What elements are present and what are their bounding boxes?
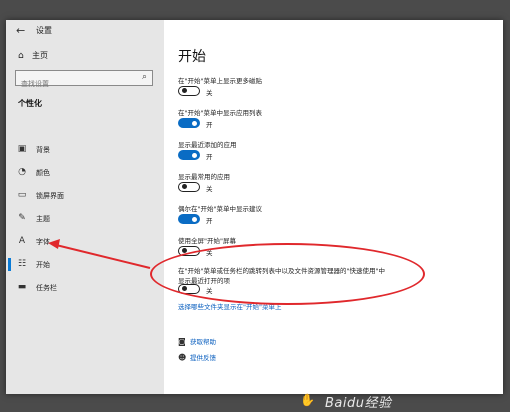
toggle-state: 关 (206, 249, 213, 257)
search-box[interactable]: ⌕ (15, 70, 153, 91)
give-feedback-link[interactable]: ☻ 提供反馈 (178, 352, 216, 362)
toggle-state: 关 (206, 287, 213, 295)
setting-app-list: 在"开始"菜单中显示应用列表 开 (178, 107, 262, 129)
sidebar-item-label: 颜色 (36, 169, 50, 177)
settings-window: ⌂ 主页 ⌕ 个性化 ▣ 背景 ◔ 颜色 ▭ 锁屏界面 ✎ 主题 A 字体 ☷ 开始 ▬ 任务栏… (6, 20, 503, 394)
sidebar-item-label: 锁屏界面 (36, 192, 64, 200)
sidebar: ⌂ 主页 ⌕ 个性化 ▣ 背景 ◔ 颜色 ▭ 锁屏界面 ✎ 主题 A 字体 ☷ 开始 ▬ 任务栏 (6, 20, 164, 394)
sidebar-item-label: 背景 (36, 146, 50, 154)
home-label: 主页 (32, 51, 48, 60)
toggle-switch[interactable] (178, 182, 200, 192)
start-icon: ☷ (17, 259, 27, 269)
sidebar-item-label: 开始 (36, 261, 50, 269)
toggle-state: 开 (206, 153, 213, 161)
sidebar-item-themes[interactable]: ✎ 主题 (6, 210, 164, 228)
setting-label: 显示最近添加的应用 (178, 141, 237, 149)
setting-label: 使用全屏"开始"屏幕 (178, 237, 236, 245)
font-icon: A (18, 236, 26, 246)
setting-label-line2: 显示最近打开的项 (178, 277, 230, 285)
main-panel: 开始 在"开始"菜单上显示更多磁贴 关 在"开始"菜单中显示应用列表 开 显示最… (164, 20, 503, 394)
sidebar-item-start[interactable]: ☷ 开始 (6, 256, 164, 274)
toggle-knob (192, 216, 197, 222)
setting-suggestions: 偶尔在"开始"菜单中显示建议 开 (178, 203, 262, 225)
choose-folders-link[interactable]: 选择哪些文件夹显示在"开始"菜单上 (178, 301, 281, 311)
toggle-switch[interactable] (178, 214, 200, 224)
taskbar-icon: ▬ (17, 282, 27, 292)
toggle-switch[interactable] (178, 284, 200, 294)
home-icon: ⌂ (18, 51, 24, 61)
sidebar-item-fonts[interactable]: A 字体 (6, 233, 164, 251)
help-label: 获取帮助 (190, 338, 216, 346)
get-help-link[interactable]: ◙ 获取帮助 (178, 336, 216, 346)
setting-full-screen: 使用全屏"开始"屏幕 关 (178, 235, 236, 257)
page-title: 开始 (178, 49, 206, 65)
search-input[interactable] (16, 77, 131, 91)
setting-recently-added: 显示最近添加的应用 开 (178, 139, 237, 161)
sidebar-item-colors[interactable]: ◔ 颜色 (6, 164, 164, 182)
app-title: 设置 (36, 26, 52, 35)
setting-label: 偶尔在"开始"菜单中显示建议 (178, 205, 262, 213)
help-icon: ◙ (178, 337, 186, 346)
toggle-switch[interactable] (178, 246, 200, 256)
palette-icon: ◔ (18, 167, 26, 177)
toggle-knob (182, 286, 187, 291)
setting-label: 在"开始"菜单或任务栏的跳转列表中以及文件资源管理器的"快速使用"中 (178, 267, 385, 275)
toggle-state: 关 (206, 89, 213, 97)
lock-screen-icon: ▭ (17, 190, 27, 200)
toggle-switch[interactable] (178, 86, 200, 96)
setting-most-used: 显示最常用的应用 关 (178, 171, 230, 193)
toggle-knob (182, 184, 187, 189)
sidebar-item-label: 任务栏 (36, 284, 57, 292)
setting-more-tiles: 在"开始"菜单上显示更多磁贴 关 (178, 75, 262, 97)
setting-label: 显示最常用的应用 (178, 173, 230, 181)
toggle-knob (182, 248, 187, 253)
toggle-state: 开 (206, 121, 213, 129)
setting-label: 在"开始"菜单上显示更多磁贴 (178, 77, 262, 85)
sidebar-item-label: 主题 (36, 215, 50, 223)
sidebar-item-background[interactable]: ▣ 背景 (6, 141, 164, 159)
brush-icon: ✎ (18, 213, 26, 223)
setting-recent-items: 在"开始"菜单或任务栏的跳转列表中以及文件资源管理器的"快速使用"中 显示最近打… (178, 265, 385, 295)
feedback-icon: ☻ (178, 353, 187, 362)
feedback-label: 提供反馈 (190, 354, 216, 362)
toggle-state: 开 (206, 217, 213, 225)
sidebar-home[interactable]: ⌂ 主页 (18, 50, 48, 61)
sidebar-item-lock-screen[interactable]: ▭ 锁屏界面 (6, 187, 164, 205)
sidebar-item-label: 字体 (36, 238, 50, 246)
toggle-knob (192, 120, 197, 126)
search-icon[interactable]: ⌕ (142, 72, 147, 82)
setting-label: 在"开始"菜单中显示应用列表 (178, 109, 262, 117)
toggle-switch[interactable] (178, 118, 200, 128)
toggle-knob (192, 152, 197, 158)
section-title: 个性化 (18, 99, 42, 108)
sidebar-item-taskbar[interactable]: ▬ 任务栏 (6, 279, 164, 297)
watermark: Baidu经验 (325, 396, 392, 411)
watermark-logo-icon: ✋ (300, 393, 315, 407)
toggle-state: 关 (206, 185, 213, 193)
toggle-knob (182, 88, 187, 93)
back-arrow-icon[interactable]: ← (16, 24, 25, 37)
image-icon: ▣ (17, 144, 27, 154)
toggle-switch[interactable] (178, 150, 200, 160)
